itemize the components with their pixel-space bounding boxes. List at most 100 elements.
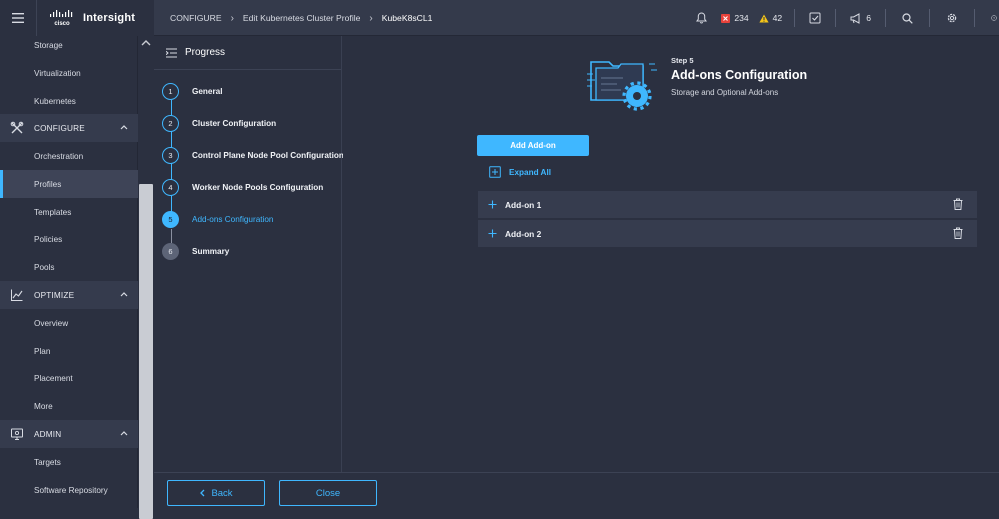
- sidebar-item-virtualization[interactable]: Virtualization: [0, 59, 138, 87]
- announcement-count: 6: [866, 13, 871, 23]
- sidebar-item-templates[interactable]: Templates: [0, 198, 138, 226]
- addon-row[interactable]: Add-on 2: [478, 220, 977, 247]
- close-label: Close: [315, 487, 341, 499]
- chevron-left-icon: [200, 489, 205, 497]
- cisco-logo-icon: cisco: [50, 10, 73, 26]
- chevron-up-icon: [120, 431, 128, 436]
- warning-alarm-count: 42: [772, 13, 783, 23]
- sidebar-section-label: CONFIGURE: [34, 123, 85, 133]
- help-button[interactable]: ?: [979, 0, 999, 36]
- top-bar-actions: 234 42 6 ?: [686, 0, 999, 36]
- sidebar-nav: Storage Virtualization Kubernetes CONFIG…: [0, 36, 138, 508]
- back-button[interactable]: Back: [167, 480, 265, 506]
- expand-icon: [489, 166, 501, 178]
- sidebar-item-plan[interactable]: Plan: [0, 337, 138, 365]
- divider: [974, 9, 975, 27]
- sidebar-item-targets[interactable]: Targets: [0, 448, 138, 476]
- sidebar-item-orchestration[interactable]: Orchestration: [0, 142, 138, 170]
- sidebar-section-optimize[interactable]: OPTIMIZE: [0, 281, 138, 309]
- critical-alarm-count: 234: [734, 13, 749, 23]
- breadcrumb-edit-profile[interactable]: Edit Kubernetes Cluster Profile: [243, 13, 361, 23]
- progress-step-addons[interactable]: 5 Add-ons Configuration: [162, 211, 273, 228]
- list-indent-icon: [166, 47, 177, 58]
- chevron-right-icon: ›: [230, 12, 234, 24]
- step-number-label: Step 5: [671, 56, 694, 65]
- progress-step-general[interactable]: 1 General: [162, 83, 223, 100]
- close-button[interactable]: Close: [279, 480, 377, 506]
- chevron-up-icon: [120, 292, 128, 297]
- sidebar-section-admin[interactable]: ADMIN: [0, 420, 138, 448]
- step-header: Step 5 Add-ons Configuration Storage and…: [671, 56, 807, 97]
- sidebar-item-placement[interactable]: Placement: [0, 364, 138, 392]
- hamburger-icon: [12, 13, 24, 23]
- scrollbar-thumb[interactable]: [139, 184, 153, 519]
- chevron-right-icon: ›: [369, 12, 373, 24]
- sidebar-item-storage[interactable]: Storage: [0, 31, 138, 59]
- add-addon-button[interactable]: Add Add-on: [477, 135, 589, 156]
- settings-button[interactable]: [934, 0, 970, 36]
- sidebar-item-overview[interactable]: Overview: [0, 309, 138, 337]
- divider: [794, 9, 796, 27]
- chevron-up-icon: [120, 125, 128, 130]
- sidebar-item-pools[interactable]: Pools: [0, 253, 138, 281]
- critical-alarm-icon: [721, 13, 731, 23]
- progress-step-control-plane[interactable]: 3 Control Plane Node Pool Configuration: [162, 147, 344, 164]
- divider: [929, 9, 930, 27]
- scroll-up-icon[interactable]: [140, 38, 152, 48]
- step-label: Control Plane Node Pool Configuration: [192, 151, 344, 160]
- progress-title: Progress: [185, 47, 226, 58]
- warning-icon: [759, 14, 769, 22]
- svg-text:?: ?: [993, 16, 995, 20]
- step-label: Worker Node Pools Configuration: [192, 183, 324, 192]
- notifications-button[interactable]: [686, 0, 717, 36]
- progress-line-todo: [171, 229, 172, 243]
- megaphone-icon: [850, 12, 860, 24]
- scroll-down-icon[interactable]: [140, 495, 152, 505]
- sidebar-item-profiles[interactable]: Profiles: [0, 170, 138, 198]
- progress-step-summary[interactable]: 6 Summary: [162, 243, 229, 260]
- addon-name: Add-on 1: [505, 199, 542, 210]
- admin-monitor-icon: [11, 428, 23, 440]
- announcements-button[interactable]: 6: [840, 0, 881, 36]
- step-number: 6: [162, 243, 179, 260]
- page-subtitle: Storage and Optional Add-ons: [671, 88, 779, 97]
- main-content: Step 5 Add-ons Configuration Storage and…: [343, 36, 999, 472]
- step-label: General: [192, 87, 223, 96]
- sidebar-item-policies[interactable]: Policies: [0, 225, 138, 253]
- progress-header: Progress: [154, 36, 341, 70]
- expand-all-button[interactable]: Expand All: [489, 166, 551, 178]
- progress-panel: Progress 1 General 2 Cluster Configurati…: [154, 36, 344, 472]
- sidebar-section-label: ADMIN: [34, 429, 62, 439]
- app-name: Intersight: [83, 12, 136, 24]
- trash-icon[interactable]: [953, 198, 963, 210]
- search-icon: [902, 12, 913, 24]
- plus-icon[interactable]: [488, 229, 497, 238]
- breadcrumb-configure[interactable]: CONFIGURE: [170, 13, 222, 23]
- sidebar-item-more[interactable]: More: [0, 392, 138, 420]
- step-label: Summary: [192, 247, 230, 256]
- addon-row[interactable]: Add-on 1: [478, 191, 977, 218]
- requests-button[interactable]: [799, 0, 831, 36]
- progress-step-cluster-configuration[interactable]: 2 Cluster Configuration: [162, 115, 276, 132]
- step-label: Add-ons Configuration: [192, 215, 274, 224]
- divider: [885, 9, 886, 27]
- sidebar-scrollbar[interactable]: [138, 36, 154, 519]
- sidebar-item-kubernetes[interactable]: Kubernetes: [0, 87, 138, 115]
- plus-icon[interactable]: [488, 200, 497, 209]
- gear-icon: [947, 13, 957, 23]
- sidebar-item-software-repository[interactable]: Software Repository: [0, 476, 138, 504]
- line-chart-icon: [11, 289, 23, 301]
- trash-icon[interactable]: [953, 227, 963, 239]
- cisco-logo-text: cisco: [54, 21, 70, 26]
- warning-alarms-button[interactable]: 42: [753, 0, 791, 36]
- step-number: 5: [162, 211, 179, 228]
- search-button[interactable]: [890, 0, 925, 36]
- step-number: 1: [162, 83, 179, 100]
- help-icon: ?: [991, 15, 997, 21]
- critical-alarms-button[interactable]: 234: [717, 0, 752, 36]
- sidebar-section-configure[interactable]: CONFIGURE: [0, 114, 138, 142]
- sidebar-section-label: OPTIMIZE: [34, 290, 75, 300]
- divider: [835, 9, 837, 27]
- bell-icon: [696, 12, 708, 24]
- progress-step-worker-node-pools[interactable]: 4 Worker Node Pools Configuration: [162, 179, 323, 196]
